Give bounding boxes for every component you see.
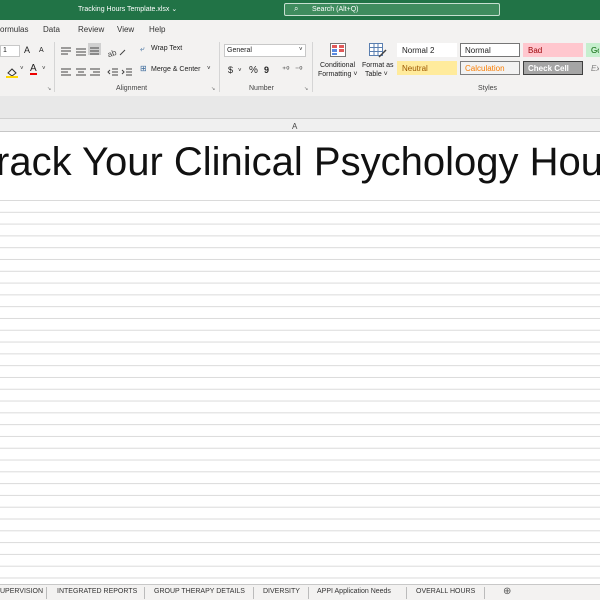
conditional-formatting-icon [330, 43, 346, 62]
format-as-table-button[interactable]: Format as Table ˅ [361, 42, 395, 84]
font-color-button[interactable]: A [30, 64, 37, 75]
currency-dropdown-icon[interactable]: ˅ [238, 68, 242, 74]
align-left-icon[interactable] [60, 65, 72, 83]
increase-indent-icon[interactable] [121, 65, 133, 83]
svg-text:ab: ab [107, 48, 118, 57]
style-normal[interactable]: Normal [460, 43, 520, 57]
file-name[interactable]: Tracking Hours Template.xlsx ⌄ [78, 5, 177, 13]
fill-dropdown-icon[interactable]: ˅ [20, 66, 24, 72]
font-size-value: 1 [3, 47, 7, 54]
number-group-label: Number [249, 85, 274, 92]
merge-icon: ⊞ [140, 64, 147, 73]
formula-bar-area [0, 96, 600, 118]
number-format-value: General [227, 47, 252, 54]
divider [312, 42, 313, 92]
chevron-down-icon[interactable]: ⌄ [171, 6, 177, 13]
column-header-a[interactable]: A [0, 118, 600, 132]
merge-center-label: Merge & Center [151, 66, 201, 73]
number-dialog-launcher-icon[interactable]: ↘ [304, 86, 308, 92]
align-right-icon[interactable] [89, 65, 101, 83]
grow-font-button[interactable]: A [24, 45, 30, 55]
tab-supervision[interactable]: UPERVISION [0, 588, 43, 595]
style-bad[interactable]: Bad [523, 43, 583, 57]
merge-dropdown-icon[interactable]: ˅ [207, 66, 211, 72]
font-size-box[interactable]: 1 [0, 45, 20, 57]
tab-appi-application-needs[interactable]: APPI Application Needs [317, 588, 391, 595]
style-neutral[interactable]: Neutral [397, 61, 457, 75]
decrease-indent-icon[interactable] [107, 65, 119, 83]
search-icon: ⌕ [294, 4, 299, 13]
divider [144, 587, 145, 599]
divider [308, 587, 309, 599]
shrink-font-button[interactable]: A [39, 47, 44, 54]
align-top-icon[interactable] [60, 44, 72, 62]
percent-button[interactable]: % [249, 65, 258, 76]
conditional-formatting-label-1: Conditional [320, 62, 356, 69]
divider [219, 42, 220, 92]
format-as-table-icon [369, 43, 387, 64]
number-format-select[interactable]: General ˅ [224, 44, 306, 57]
wrap-text-icon: ⤶ [140, 44, 145, 53]
conditional-formatting-label-2: Formatting ˅ [318, 71, 358, 78]
align-bottom-icon[interactable] [88, 43, 101, 55]
search-placeholder: Search (Alt+Q) [312, 6, 359, 13]
column-label: A [292, 122, 298, 131]
align-middle-icon[interactable] [75, 44, 87, 62]
style-calculation[interactable]: Calculation [460, 61, 520, 75]
fill-color-icon[interactable] [6, 65, 18, 78]
add-sheet-icon[interactable]: ⊕ [503, 586, 511, 597]
wrap-text-label: Wrap Text [151, 45, 183, 52]
tab-integrated-reports[interactable]: INTEGRATED REPORTS [57, 588, 137, 595]
cell-grid[interactable] [0, 132, 600, 584]
divider [46, 587, 47, 599]
sheet-title-cell[interactable]: rack Your Clinical Psychology Hours [0, 140, 600, 196]
tab-diversity[interactable]: DIVERSITY [263, 588, 300, 595]
menu-review[interactable]: Review [78, 25, 104, 34]
currency-button[interactable]: $ [228, 65, 233, 75]
conditional-formatting-button[interactable]: Conditional Formatting ˅ [316, 42, 360, 84]
style-goo[interactable]: Goo [586, 43, 600, 57]
tab-group-therapy-details[interactable]: GROUP THERAPY DETAILS [154, 588, 245, 595]
menu-help[interactable]: Help [149, 25, 165, 34]
title-bar: Tracking Hours Template.xlsx ⌄ ⌕ Search … [0, 0, 600, 20]
style-check-cell[interactable]: Check Cell [523, 61, 583, 75]
styles-group-label: Styles [478, 85, 498, 92]
font-dialog-launcher-icon[interactable]: ↘ [47, 86, 51, 92]
divider [253, 587, 254, 599]
divider [484, 587, 485, 599]
menu-view[interactable]: View [117, 25, 134, 34]
alignment-group-label: Alignment [116, 85, 148, 92]
tab-overall-hours[interactable]: OVERALL HOURS [416, 588, 475, 595]
divider [406, 587, 407, 599]
decrease-decimal-button[interactable]: ⁻⁰ [295, 65, 302, 74]
divider [54, 42, 55, 92]
font-color-dropdown-icon[interactable]: ˅ [42, 66, 46, 72]
menu-bar: ormulas Data Review View Help [0, 20, 600, 38]
increase-decimal-button[interactable]: ⁺⁰ [282, 65, 289, 74]
chevron-down-icon: ˅ [299, 47, 303, 53]
alignment-dialog-launcher-icon[interactable]: ↘ [211, 86, 215, 92]
comma-button[interactable]: 9 [264, 65, 269, 75]
format-as-table-label-1: Format as [362, 62, 394, 69]
style-normal-2[interactable]: Normal 2 [397, 43, 457, 57]
orientation-icon[interactable]: ab [106, 44, 127, 62]
style-expl[interactable]: Expl [586, 61, 600, 75]
menu-data[interactable]: Data [43, 25, 60, 34]
search-box[interactable]: ⌕ Search (Alt+Q) [284, 3, 500, 16]
format-as-table-label-2: Table ˅ [365, 71, 388, 78]
menu-formulas[interactable]: ormulas [0, 25, 28, 34]
align-center-icon[interactable] [75, 65, 87, 83]
sheet-tabs-bar: UPERVISION INTEGRATED REPORTS GROUP THER… [0, 584, 600, 600]
